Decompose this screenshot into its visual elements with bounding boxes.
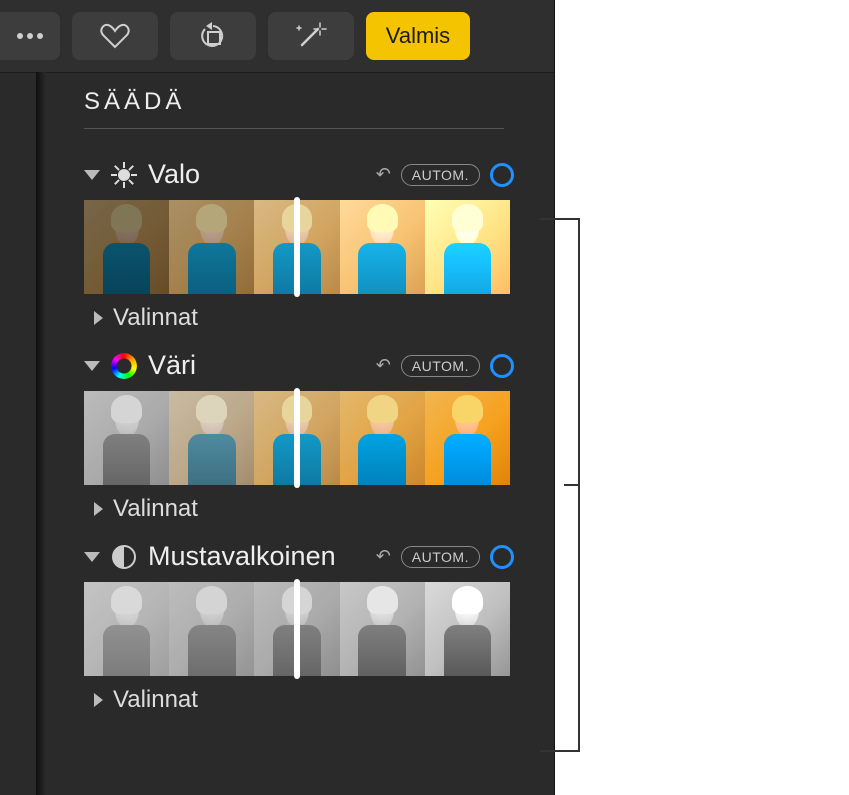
options-label: Valinnat bbox=[113, 686, 198, 714]
undo-button[interactable]: ↶ bbox=[376, 164, 391, 185]
section-title: Mustavalkoinen bbox=[148, 541, 336, 572]
chevron-right-icon bbox=[94, 693, 103, 707]
section-light: Valo ↶ AUTOM. Valinnat bbox=[84, 159, 514, 332]
options-toggle-color[interactable]: Valinnat bbox=[94, 495, 514, 523]
chevron-down-icon bbox=[84, 552, 100, 562]
rotate-button[interactable] bbox=[170, 12, 256, 60]
section-title: Väri bbox=[148, 350, 196, 381]
ellipsis-icon bbox=[16, 32, 44, 40]
favorite-button[interactable] bbox=[72, 12, 158, 60]
slider-handle[interactable] bbox=[294, 197, 300, 297]
options-label: Valinnat bbox=[113, 304, 198, 332]
callout-bracket bbox=[540, 218, 580, 752]
section-title: Valo bbox=[148, 159, 200, 190]
options-toggle-bw[interactable]: Valinnat bbox=[94, 686, 514, 714]
adjust-panel: Valmis SÄÄDÄ bbox=[0, 0, 555, 795]
section-bw: Mustavalkoinen ↶ AUTOM. Valinnat bbox=[84, 541, 514, 714]
bw-icon bbox=[110, 543, 138, 571]
section-header-bw[interactable]: Mustavalkoinen ↶ AUTOM. bbox=[84, 541, 514, 572]
done-label: Valmis bbox=[386, 23, 450, 49]
status-ring-icon bbox=[490, 545, 514, 569]
chevron-down-icon bbox=[84, 170, 100, 180]
slider-handle[interactable] bbox=[294, 388, 300, 488]
undo-button[interactable]: ↶ bbox=[376, 355, 391, 376]
wand-icon bbox=[294, 21, 328, 51]
bw-slider[interactable] bbox=[84, 582, 510, 676]
auto-enhance-button[interactable] bbox=[268, 12, 354, 60]
toolbar: Valmis bbox=[0, 0, 554, 73]
rotate-icon bbox=[198, 21, 228, 51]
more-button[interactable] bbox=[0, 12, 60, 60]
light-slider[interactable] bbox=[84, 200, 510, 294]
auto-button[interactable]: AUTOM. bbox=[401, 164, 480, 186]
adjust-content: SÄÄDÄ bbox=[44, 72, 554, 795]
options-label: Valinnat bbox=[113, 495, 198, 523]
color-slider[interactable] bbox=[84, 391, 510, 485]
chevron-right-icon bbox=[94, 311, 103, 325]
undo-button[interactable]: ↶ bbox=[376, 546, 391, 567]
chevron-down-icon bbox=[84, 361, 100, 371]
status-ring-icon bbox=[490, 354, 514, 378]
status-ring-icon bbox=[490, 163, 514, 187]
section-header-light[interactable]: Valo ↶ AUTOM. bbox=[84, 159, 514, 190]
auto-button[interactable]: AUTOM. bbox=[401, 355, 480, 377]
section-color: Väri ↶ AUTOM. Valinnat bbox=[84, 350, 514, 523]
divider bbox=[84, 128, 504, 129]
slider-handle[interactable] bbox=[294, 579, 300, 679]
light-icon bbox=[110, 161, 138, 189]
auto-button[interactable]: AUTOM. bbox=[401, 546, 480, 568]
panel-heading: SÄÄDÄ bbox=[84, 88, 514, 116]
options-toggle-light[interactable]: Valinnat bbox=[94, 304, 514, 332]
section-header-color[interactable]: Väri ↶ AUTOM. bbox=[84, 350, 514, 381]
chevron-right-icon bbox=[94, 502, 103, 516]
done-button[interactable]: Valmis bbox=[366, 12, 470, 60]
color-icon bbox=[110, 352, 138, 380]
heart-icon bbox=[100, 23, 130, 49]
